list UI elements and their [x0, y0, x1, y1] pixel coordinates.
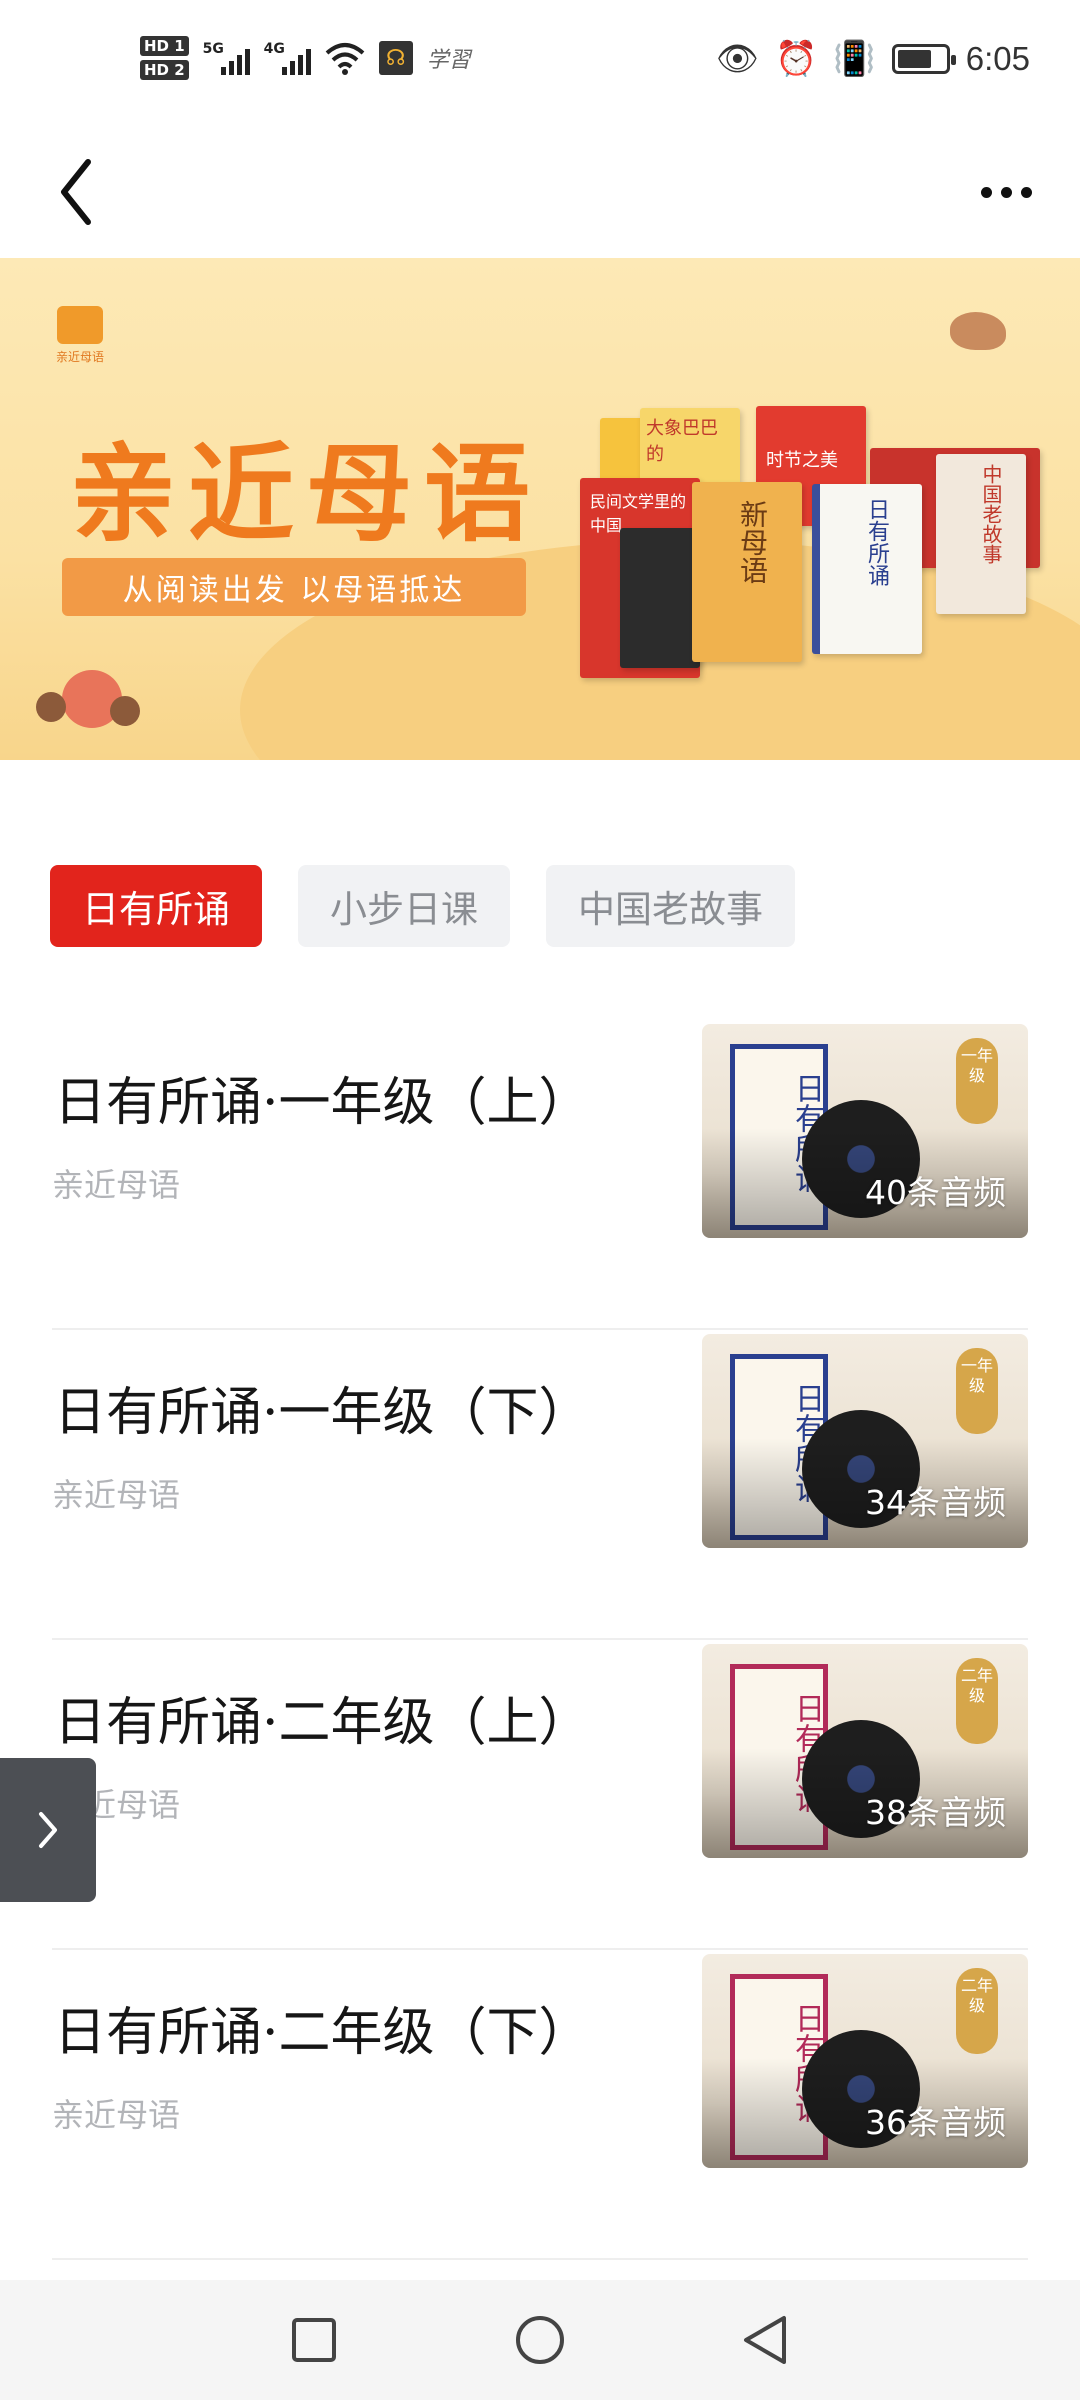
status-right: 👁 ⏰ 📳 6:05 — [716, 40, 1030, 78]
album-cover: 日有所诵 二年级 38条音频 — [702, 1644, 1028, 1858]
book-cover: 中国老故事 — [936, 454, 1026, 614]
signal1-label: 5G — [202, 41, 224, 57]
sim2-label: HD 2 — [140, 60, 189, 80]
album-cover: 日有所诵 一年级 34条音频 — [702, 1334, 1028, 1548]
album-cover: 日有所诵 一年级 40条音频 — [702, 1024, 1028, 1238]
square-recent-icon — [292, 2318, 336, 2362]
album-publisher: 亲近母语 — [52, 1476, 181, 1514]
wifi-icon — [325, 43, 364, 75]
album-title: 日有所诵·二年级（下） — [54, 2003, 591, 2063]
grade-badge: 一年级 — [956, 1038, 998, 1124]
tab-xiaoburike[interactable]: 小步日课 — [298, 865, 510, 947]
banner-title: 亲近母语 — [70, 431, 542, 556]
system-navigation-bar — [0, 2280, 1080, 2400]
logo-icon — [57, 306, 103, 344]
headset-icon: ☊ — [378, 41, 413, 75]
circle-home-icon — [516, 2316, 564, 2364]
chestnut-decoration — [110, 696, 140, 726]
side-expand-handle[interactable] — [0, 1758, 96, 1902]
album-item[interactable]: 日有所诵·一年级（上） 亲近母语 日有所诵 一年级 40条音频 — [0, 1020, 1080, 1330]
audio-count: 40条音频 — [865, 1173, 1006, 1212]
chevron-left-icon — [61, 159, 91, 225]
eye-icon: 👁 — [715, 39, 760, 79]
album-publisher: 亲近母语 — [52, 1166, 181, 1204]
banner-slogan: 从阅读出发 以母语抵达 — [62, 558, 526, 616]
album-item[interactable]: 日有所诵·二年级（上） 亲近母语 日有所诵 二年级 38条音频 — [0, 1640, 1080, 1950]
vibrate-icon: 📳 — [833, 39, 876, 79]
album-list: 日有所诵·一年级（上） 亲近母语 日有所诵 一年级 40条音频 日有所诵·一年级… — [0, 1020, 1080, 2260]
grade-badge: 一年级 — [956, 1348, 998, 1434]
status-left: HD 1 HD 2 5G 4G ☊ 学習 — [140, 36, 471, 80]
home-button[interactable] — [502, 2302, 578, 2378]
album-title: 日有所诵·二年级（上） — [54, 1693, 591, 1753]
category-tabs: 日有所诵 小步日课 中国老故事 — [50, 865, 795, 947]
book-cover — [620, 528, 700, 668]
chestnut-decoration — [36, 692, 66, 722]
grade-badge: 二年级 — [956, 1658, 998, 1744]
battery-level — [897, 50, 931, 68]
signal-icon-5g: 5G — [203, 41, 250, 75]
book-stack-illustration: 大象巴巴的 时节之美 民间文学里的中国 新母语 日有所诵 中国老故事 — [580, 398, 1040, 728]
back-button[interactable] — [52, 152, 122, 232]
album-cover: 日有所诵 二年级 36条音频 — [702, 1954, 1028, 2168]
sim1-label: HD 1 — [140, 36, 189, 56]
audio-count: 36条音频 — [865, 2103, 1006, 2142]
status-bar: HD 1 HD 2 5G 4G ☊ 学習 👁 ⏰ 📳 6:05 — [0, 0, 1080, 130]
logo-text: 亲近母语 — [55, 350, 104, 364]
album-publisher: 亲近母语 — [52, 2096, 181, 2134]
album-item[interactable]: 日有所诵·一年级（下） 亲近母语 日有所诵 一年级 34条音频 — [0, 1330, 1080, 1640]
chevron-right-icon — [39, 1812, 57, 1848]
clock: 6:05 — [965, 40, 1030, 77]
more-dots-icon — [980, 186, 992, 198]
tab-zhongguolaogushi[interactable]: 中国老故事 — [546, 865, 795, 947]
bird-illustration — [950, 312, 1006, 350]
signal2-label: 4G — [263, 41, 285, 57]
app-screen: HD 1 HD 2 5G 4G ☊ 学習 👁 ⏰ 📳 6:05 亲近母语 亲近母… — [0, 0, 1080, 2400]
grade-badge: 二年级 — [956, 1968, 998, 2054]
status-extra-text: 学習 — [426, 48, 471, 73]
album-title: 日有所诵·一年级（上） — [54, 1073, 591, 1133]
album-item[interactable]: 日有所诵·二年级（下） 亲近母语 日有所诵 二年级 36条音频 — [0, 1950, 1080, 2260]
book-cover: 日有所诵 — [812, 484, 922, 654]
triangle-back-icon — [744, 2316, 786, 2364]
album-title: 日有所诵·一年级（下） — [54, 1383, 591, 1443]
brand-logo: 亲近母语 — [50, 306, 110, 365]
audio-count: 34条音频 — [865, 1483, 1006, 1522]
signal-icon-4g: 4G — [264, 41, 311, 75]
battery-icon — [891, 44, 956, 74]
divider — [52, 2258, 1028, 2260]
tab-riyousuosong[interactable]: 日有所诵 — [50, 865, 262, 947]
banner[interactable]: 亲近母语 亲近母语 从阅读出发 以母语抵达 大象巴巴的 时节之美 民间文学里的中… — [0, 258, 1080, 760]
book-cover: 新母语 — [692, 482, 802, 662]
more-button[interactable] — [966, 162, 1046, 222]
system-back-button[interactable] — [728, 2302, 804, 2378]
top-nav — [0, 130, 1080, 258]
recent-apps-button[interactable] — [276, 2302, 352, 2378]
audio-count: 38条音频 — [865, 1793, 1006, 1832]
sim-indicators: HD 1 HD 2 — [140, 36, 189, 80]
alarm-icon: ⏰ — [775, 39, 818, 79]
